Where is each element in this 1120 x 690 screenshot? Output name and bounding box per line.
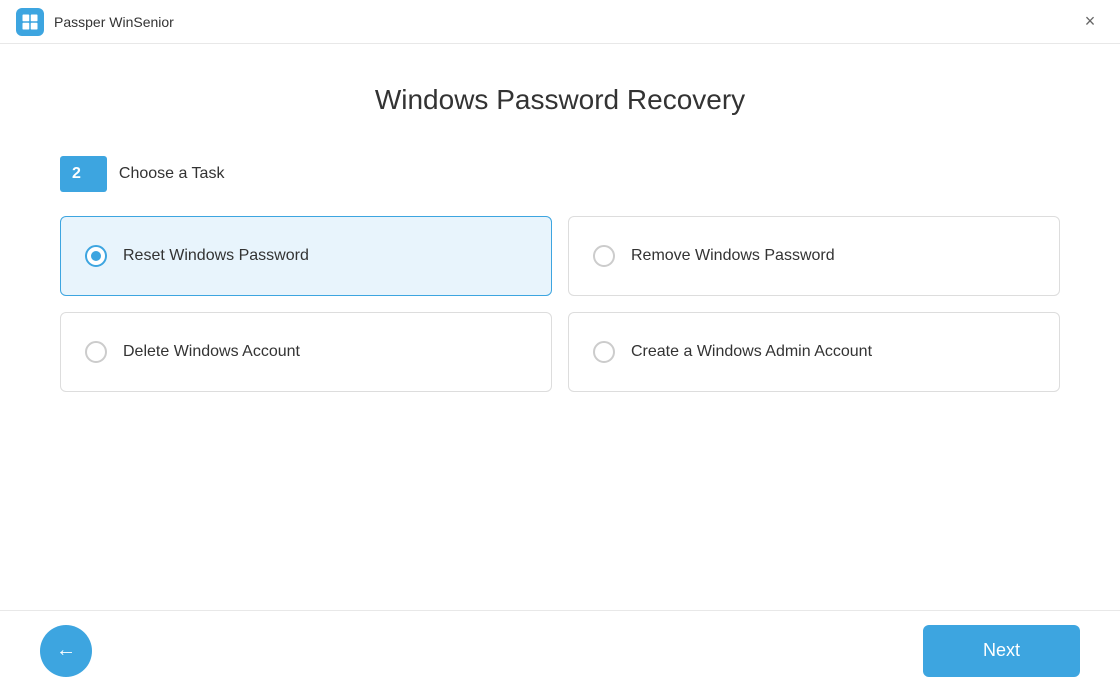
option-delete[interactable]: Delete Windows Account bbox=[60, 312, 552, 392]
radio-remove bbox=[593, 245, 615, 267]
option-remove-label: Remove Windows Password bbox=[631, 247, 835, 265]
option-create-label: Create a Windows Admin Account bbox=[631, 343, 872, 361]
title-bar-left: Passper WinSenior bbox=[16, 8, 174, 36]
radio-reset-inner bbox=[91, 251, 101, 261]
option-reset[interactable]: Reset Windows Password bbox=[60, 216, 552, 296]
back-button[interactable]: ← bbox=[40, 625, 92, 677]
app-icon-svg bbox=[21, 13, 39, 31]
step-number: 2 bbox=[60, 165, 93, 183]
footer: ← Next bbox=[0, 610, 1120, 690]
options-grid: Reset Windows Password Remove Windows Pa… bbox=[60, 216, 1060, 392]
radio-delete bbox=[85, 341, 107, 363]
title-bar: Passper WinSenior × bbox=[0, 0, 1120, 44]
next-button[interactable]: Next bbox=[923, 625, 1080, 677]
app-title: Passper WinSenior bbox=[54, 14, 174, 30]
step-row: 2 Choose a Task bbox=[60, 156, 1060, 192]
close-button[interactable]: × bbox=[1076, 8, 1104, 36]
option-create[interactable]: Create a Windows Admin Account bbox=[568, 312, 1060, 392]
radio-reset bbox=[85, 245, 107, 267]
option-delete-label: Delete Windows Account bbox=[123, 343, 300, 361]
step-label: Choose a Task bbox=[119, 165, 225, 183]
radio-create bbox=[593, 341, 615, 363]
option-remove[interactable]: Remove Windows Password bbox=[568, 216, 1060, 296]
main-content: Windows Password Recovery 2 Choose a Tas… bbox=[0, 44, 1120, 610]
page-title: Windows Password Recovery bbox=[60, 84, 1060, 116]
option-reset-label: Reset Windows Password bbox=[123, 247, 309, 265]
app-icon bbox=[16, 8, 44, 36]
step-badge: 2 bbox=[60, 156, 107, 192]
step-arrow bbox=[93, 156, 107, 192]
